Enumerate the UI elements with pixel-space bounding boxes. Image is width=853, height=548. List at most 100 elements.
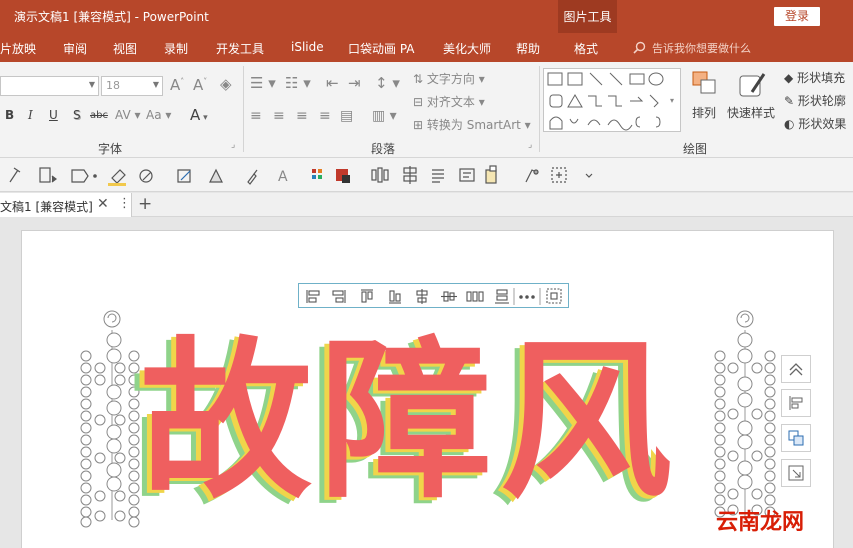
- numbering-icon[interactable]: ☷ ▾: [285, 74, 311, 92]
- tell-me-text: 告诉我你想要做什么: [652, 42, 751, 55]
- watermark-text: 云南龙网: [716, 510, 805, 535]
- tab-pocket-animation[interactable]: 口袋动画 PA: [348, 40, 415, 57]
- underline-button[interactable]: U: [49, 108, 58, 122]
- glitch-text[interactable]: 故障风 故障风 故障风: [130, 321, 720, 532]
- quick-styles-icon: [739, 73, 766, 97]
- decrease-indent-icon[interactable]: ⇤: [326, 74, 339, 92]
- convert-smartart-button[interactable]: ⊞ 转换为 SmartArt ▾: [413, 116, 531, 133]
- chevron-down-icon: ▼: [88, 80, 95, 89]
- document-tabs: 文稿1 [兼容模式] ✕ ⋮ +: [0, 193, 853, 217]
- font-color-label: A: [190, 106, 201, 124]
- shape-outline-label: 形状轮廓: [797, 94, 846, 108]
- toolbar-icons: A: [9, 165, 593, 186]
- chevron-down-icon: ▼: [152, 80, 159, 89]
- align-left-icon[interactable]: ≡: [250, 108, 262, 124]
- shape-gallery[interactable]: [543, 68, 681, 132]
- font-name-input[interactable]: ▼: [0, 76, 99, 96]
- tab-slideshow[interactable]: 片放映: [0, 40, 36, 57]
- window-title: 演示文稿1 [兼容模式] - PowerPoint: [14, 10, 209, 24]
- align-center-icon[interactable]: ≡: [273, 108, 285, 124]
- shape-effects-button[interactable]: ◐ 形状效果: [784, 115, 846, 132]
- close-icon[interactable]: ✕: [97, 196, 109, 212]
- align-text-label: 对齐文本: [426, 95, 475, 109]
- custom-toolbar: A: [0, 158, 853, 192]
- paragraph-group-label: 段落: [371, 142, 396, 156]
- font-color-button[interactable]: A ▾: [190, 106, 208, 124]
- tab-developer[interactable]: 开发工具: [216, 40, 264, 57]
- bullets-icon[interactable]: ☰ ▾: [250, 74, 276, 92]
- tab-record[interactable]: 录制: [164, 40, 188, 57]
- ribbon: ▼ 18 ▼ A˄ A˅ ◈ B I U S abc AV ▾ Aa ▾ A ▾ …: [0, 62, 853, 158]
- tab-help[interactable]: 帮助: [516, 40, 540, 57]
- title-bar: 演示文稿1 [兼容模式] - PowerPoint 登录: [0, 0, 853, 33]
- font-group-label: 字体: [98, 142, 123, 156]
- arrange-tool-button[interactable]: [781, 424, 811, 452]
- shape-fill-button[interactable]: ◆ 形状填充: [784, 69, 845, 86]
- align-text-icon: ⊟: [413, 95, 424, 109]
- arrange-label: 排列: [692, 106, 717, 120]
- columns-icon[interactable]: ▥ ▾: [372, 108, 397, 124]
- align-tool-icons[interactable]: [299, 284, 570, 309]
- change-case-button[interactable]: Aa ▾: [146, 108, 171, 122]
- distributed-icon[interactable]: ▤: [340, 108, 353, 124]
- new-tab-button[interactable]: +: [138, 194, 152, 214]
- char-spacing-icon[interactable]: AV ▾: [115, 108, 141, 122]
- shape-outline-button[interactable]: ✎ 形状轮廓: [784, 92, 846, 109]
- align-toolbar: [298, 283, 569, 308]
- group-divider: [539, 66, 540, 152]
- layers-icon: [788, 430, 804, 446]
- chevron-up-icon: [789, 363, 803, 376]
- search-icon: [633, 41, 646, 54]
- font-dialog-launcher-icon[interactable]: ⌟: [231, 140, 235, 150]
- glitch-layer-red: 故障风: [140, 321, 680, 522]
- tab-format[interactable]: 格式: [574, 40, 598, 57]
- align-text-button[interactable]: ⊟ 对齐文本 ▾: [413, 93, 485, 110]
- document-tab[interactable]: 文稿1 [兼容模式] ✕ ⋮: [0, 193, 132, 217]
- tab-islide[interactable]: iSlide: [291, 40, 324, 54]
- login-button[interactable]: 登录: [774, 7, 820, 26]
- justify-icon[interactable]: ≡: [319, 108, 331, 124]
- fill-bucket-icon: ◆: [784, 71, 794, 85]
- shrink-font-icon[interactable]: A˅: [193, 76, 207, 94]
- tell-me-search[interactable]: 告诉我你想要做什么: [633, 40, 751, 56]
- picture-tools-label: 图片工具: [563, 10, 612, 24]
- increase-indent-icon[interactable]: ⇥: [348, 74, 361, 92]
- ribbon-tab-bar: 片放映 审阅 视图 录制 开发工具 iSlide 口袋动画 PA 美化大师 帮助…: [0, 33, 853, 62]
- resize-icon: [788, 465, 804, 481]
- layout-options-button[interactable]: [781, 355, 811, 383]
- font-size-value: 18: [106, 79, 120, 92]
- gallery-scroll-icon[interactable]: ▾: [670, 96, 674, 105]
- convert-smartart-label: 转换为 SmartArt: [426, 118, 521, 132]
- watermark-logo: 云南龙网: [716, 504, 804, 536]
- italic-button[interactable]: I: [28, 108, 33, 122]
- paragraph-dialog-launcher-icon[interactable]: ⌟: [528, 140, 532, 150]
- bold-button[interactable]: B: [5, 108, 14, 122]
- quick-styles-label: 快速样式: [727, 106, 776, 120]
- text-direction-button[interactable]: ⇅ 文字方向 ▾: [413, 70, 485, 87]
- group-divider: [243, 66, 244, 152]
- grow-font-icon[interactable]: A˄: [170, 76, 184, 94]
- quick-styles-button[interactable]: 快速样式: [727, 70, 779, 140]
- shape-fill-label: 形状填充: [797, 71, 846, 85]
- shape-effects-label: 形状效果: [798, 117, 847, 131]
- tab-beautify-master[interactable]: 美化大师: [443, 40, 491, 57]
- font-size-input[interactable]: 18 ▼: [101, 76, 163, 96]
- align-right-icon[interactable]: ≡: [296, 108, 308, 124]
- text-direction-icon: ⇅: [413, 72, 424, 86]
- line-spacing-icon[interactable]: ↕ ▾: [375, 74, 400, 92]
- drawing-group-label: 绘图: [683, 142, 708, 156]
- tab-view[interactable]: 视图: [113, 40, 137, 57]
- clear-format-icon[interactable]: ◈: [220, 75, 232, 93]
- effects-icon: ◐: [784, 117, 795, 131]
- text-shadow-button[interactable]: S: [73, 108, 81, 122]
- align-left-tool-button[interactable]: [781, 389, 811, 417]
- resize-tool-button[interactable]: [781, 459, 811, 487]
- arrange-button[interactable]: 排列: [691, 70, 719, 140]
- strikethrough-button[interactable]: abc: [90, 110, 108, 121]
- svg-text:A: A: [278, 169, 288, 185]
- tab-menu-icon[interactable]: ⋮: [118, 196, 131, 211]
- shapes-grid-icon: [547, 72, 664, 131]
- document-tab-label: 文稿1 [兼容模式]: [0, 200, 93, 214]
- tab-review[interactable]: 审阅: [63, 40, 87, 57]
- pencil-icon: ✎: [784, 94, 795, 108]
